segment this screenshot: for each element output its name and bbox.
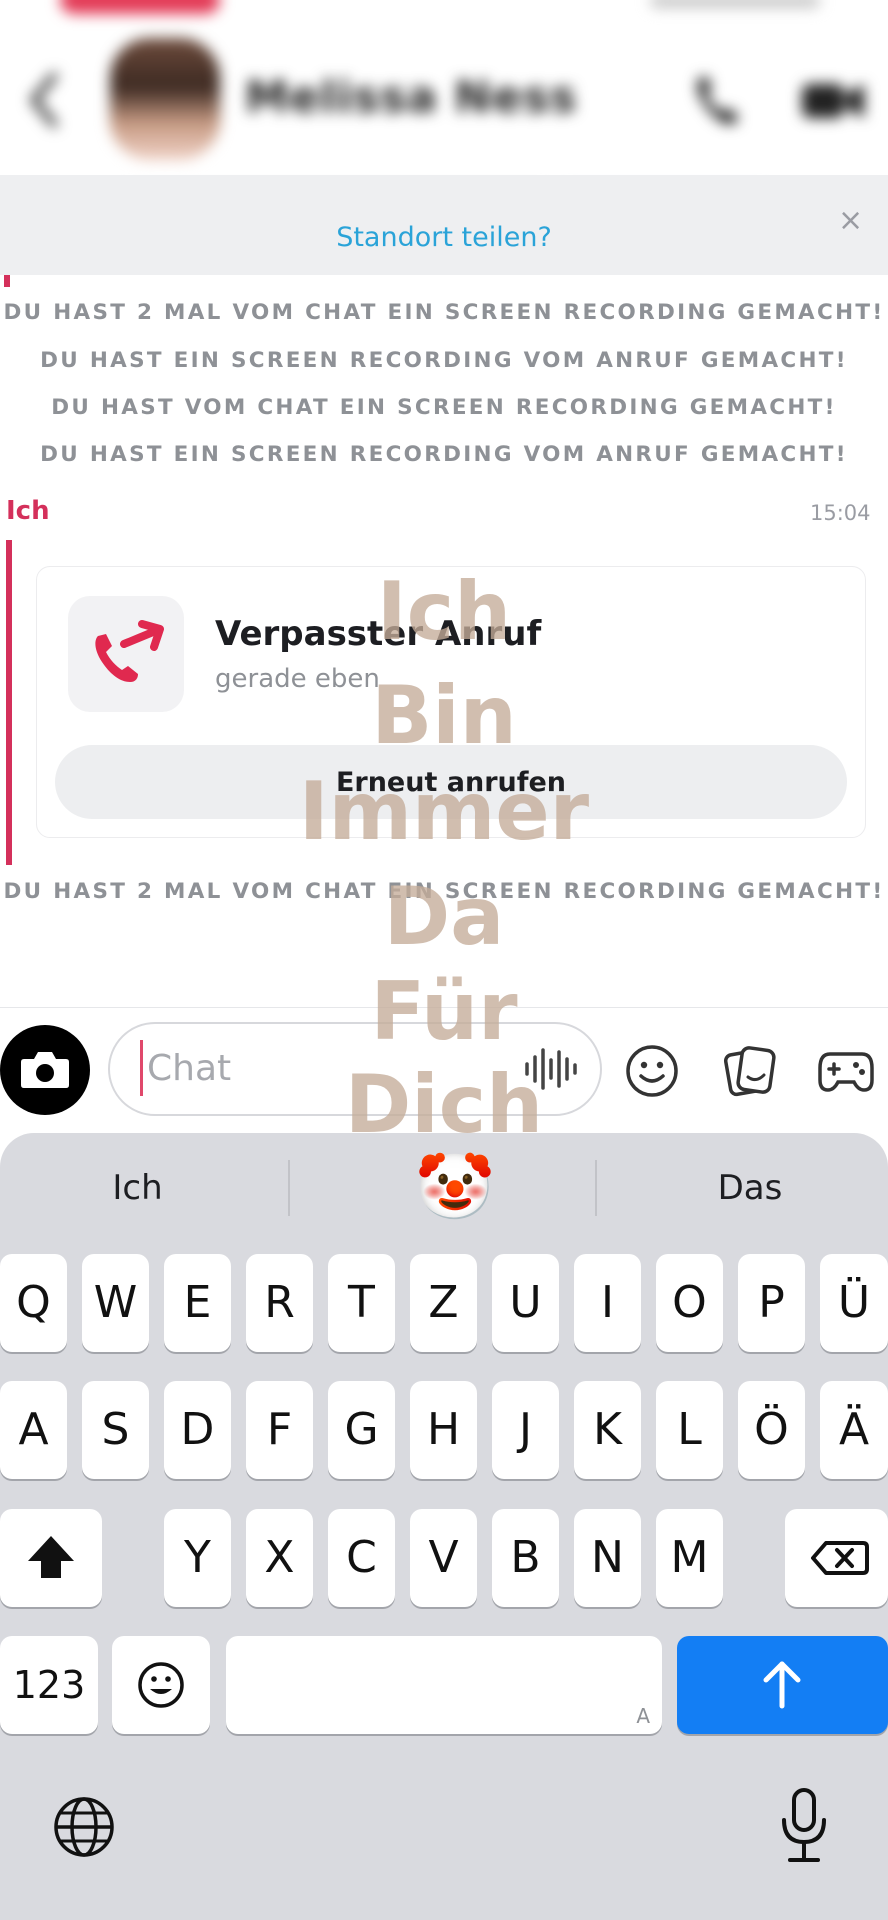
shift-arrow-icon: [28, 1536, 74, 1578]
sender-accent-line: [4, 275, 10, 287]
system-notice: DU HAST 2 MAL VOM CHAT EIN SCREEN RECORD…: [3, 300, 885, 325]
key-i[interactable]: I: [574, 1254, 641, 1352]
globe-icon[interactable]: [50, 1793, 118, 1861]
suggestion-1[interactable]: Ich: [30, 1168, 245, 1208]
key-v[interactable]: V: [410, 1509, 477, 1607]
backspace-key[interactable]: [785, 1509, 888, 1607]
space-hint-letter: A: [636, 1704, 650, 1728]
key-u[interactable]: U: [492, 1254, 559, 1352]
key-ue[interactable]: Ü: [820, 1254, 888, 1352]
key-r[interactable]: R: [246, 1254, 313, 1352]
share-location-link[interactable]: Standort teilen?: [0, 222, 888, 253]
suggestion-divider: [595, 1160, 597, 1216]
overlay-text-line: Da: [383, 870, 505, 963]
message-timestamp: 15:04: [810, 501, 871, 525]
shift-key[interactable]: [0, 1509, 102, 1607]
numbers-key[interactable]: 123: [0, 1636, 98, 1734]
phone-icon[interactable]: [692, 72, 742, 128]
emoji-key[interactable]: [112, 1636, 210, 1734]
suggestion-2[interactable]: 🤡: [360, 1150, 550, 1225]
key-w[interactable]: W: [82, 1254, 149, 1352]
space-key[interactable]: A: [226, 1636, 662, 1734]
close-banner-icon[interactable]: ×: [838, 206, 863, 236]
key-o[interactable]: O: [656, 1254, 723, 1352]
overlay-text-line: Für: [370, 965, 518, 1058]
dictation-mic-icon[interactable]: [776, 1786, 832, 1866]
key-g[interactable]: G: [328, 1381, 395, 1479]
system-notice: DU HAST VOM CHAT EIN SCREEN RECORDING GE…: [51, 395, 837, 420]
key-d[interactable]: D: [164, 1381, 231, 1479]
key-b[interactable]: B: [492, 1509, 559, 1607]
suggestion-3[interactable]: Das: [640, 1168, 860, 1208]
key-m[interactable]: M: [656, 1509, 723, 1607]
chat-header: Melissa Ness: [0, 0, 888, 175]
backspace-icon: [811, 1541, 869, 1575]
key-c[interactable]: C: [328, 1509, 395, 1607]
send-key[interactable]: [677, 1636, 888, 1734]
key-oe[interactable]: Ö: [738, 1381, 805, 1479]
sender-label: Ich: [6, 496, 50, 526]
system-notice: DU HAST EIN SCREEN RECORDING VOM ANRUF G…: [40, 442, 848, 467]
key-l[interactable]: L: [656, 1381, 723, 1479]
key-ae[interactable]: Ä: [820, 1381, 888, 1479]
emoji-smile-icon: [138, 1662, 184, 1708]
key-k[interactable]: K: [574, 1381, 641, 1479]
contact-name[interactable]: Melissa Ness: [245, 72, 577, 123]
overlay-text-line: Bin: [371, 669, 517, 762]
key-z[interactable]: Z: [410, 1254, 477, 1352]
system-notice: DU HAST EIN SCREEN RECORDING VOM ANRUF G…: [40, 348, 848, 373]
status-indicators: [650, 0, 820, 8]
key-f[interactable]: F: [246, 1381, 313, 1479]
key-p[interactable]: P: [738, 1254, 805, 1352]
contact-avatar[interactable]: [110, 38, 220, 160]
key-t[interactable]: T: [328, 1254, 395, 1352]
key-x[interactable]: X: [246, 1509, 313, 1607]
key-n[interactable]: N: [574, 1509, 641, 1607]
overlay-text-line: Immer: [298, 765, 590, 858]
back-chevron-icon[interactable]: [26, 70, 62, 130]
key-a[interactable]: A: [0, 1381, 67, 1479]
video-call-icon[interactable]: [800, 78, 866, 124]
overlay-text-line: Dich: [344, 1058, 544, 1151]
suggestion-divider: [288, 1160, 290, 1216]
key-j[interactable]: J: [492, 1381, 559, 1479]
key-e[interactable]: E: [164, 1254, 231, 1352]
key-y[interactable]: Y: [164, 1509, 231, 1607]
status-pill: [60, 0, 220, 14]
key-h[interactable]: H: [410, 1381, 477, 1479]
key-s[interactable]: S: [82, 1381, 149, 1479]
send-arrow-icon: [763, 1661, 801, 1709]
key-q[interactable]: Q: [0, 1254, 67, 1352]
overlay-text-line: Ich: [376, 565, 512, 658]
